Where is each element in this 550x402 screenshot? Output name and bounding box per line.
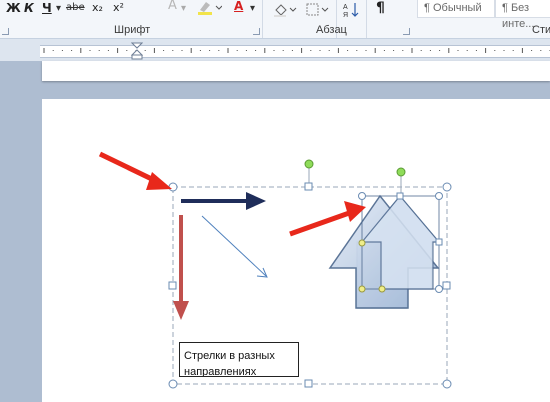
annotation-arrow xyxy=(98,151,172,190)
block-handle-top[interactable] xyxy=(396,192,404,200)
caption-textbox[interactable]: Стрелки в разных направлениях xyxy=(179,342,299,377)
navy-right-arrow[interactable] xyxy=(181,192,266,210)
resize-handle-top-left[interactable] xyxy=(168,182,178,192)
resize-handle-top-right[interactable] xyxy=(442,182,452,192)
block-rotation-handle[interactable] xyxy=(396,167,406,177)
block-handle-tl[interactable] xyxy=(358,192,366,200)
adjust-handle[interactable] xyxy=(358,239,366,247)
resize-handle-bottom[interactable] xyxy=(304,379,313,388)
block-handle-right[interactable] xyxy=(435,238,443,246)
block-handle-br[interactable] xyxy=(435,285,443,293)
adjust-handle[interactable] xyxy=(378,285,386,293)
resize-handle-left[interactable] xyxy=(168,281,177,290)
annotation-arrow xyxy=(289,201,366,237)
resize-handle-top[interactable] xyxy=(304,182,313,191)
resize-handle-bottom-right[interactable] xyxy=(442,379,452,389)
adjust-handle[interactable] xyxy=(358,285,366,293)
resize-handle-right[interactable] xyxy=(442,281,451,290)
block-handle-tr[interactable] xyxy=(435,192,443,200)
thin-diagonal-arrow[interactable] xyxy=(201,215,268,278)
rotation-handle[interactable] xyxy=(304,159,314,169)
red-down-arrow[interactable] xyxy=(173,215,189,320)
resize-handle-bottom-left[interactable] xyxy=(168,379,178,389)
